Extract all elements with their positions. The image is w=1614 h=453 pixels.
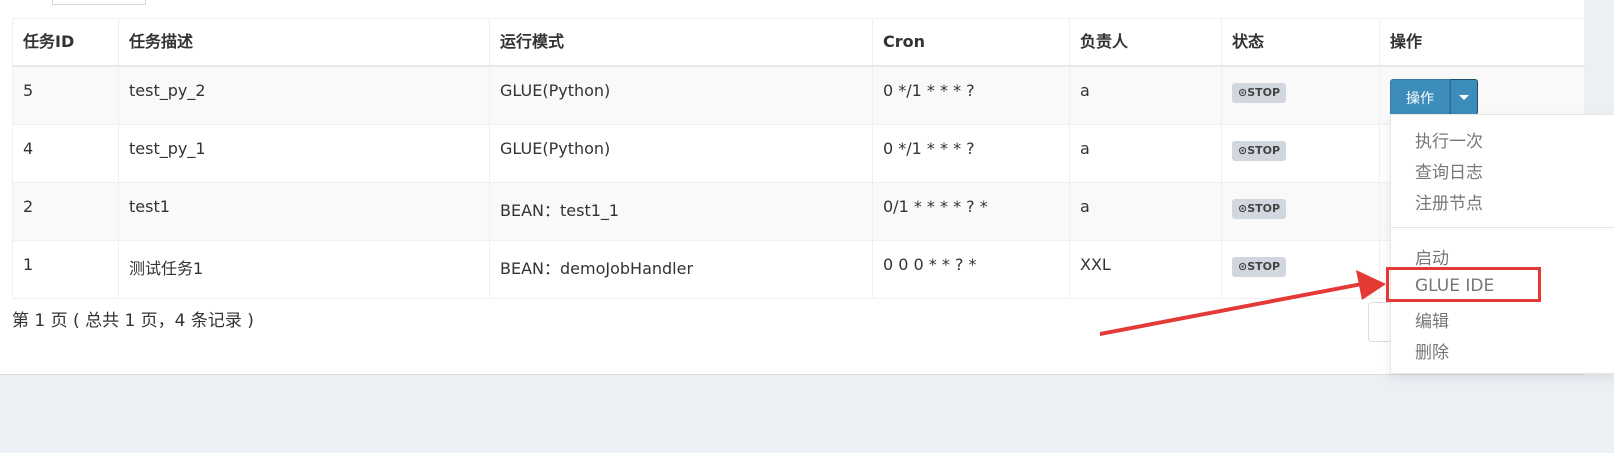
arrow-head — [1356, 270, 1386, 300]
annotation-arrow-icon — [1100, 270, 1386, 336]
arrow-shaft — [1100, 282, 1362, 336]
